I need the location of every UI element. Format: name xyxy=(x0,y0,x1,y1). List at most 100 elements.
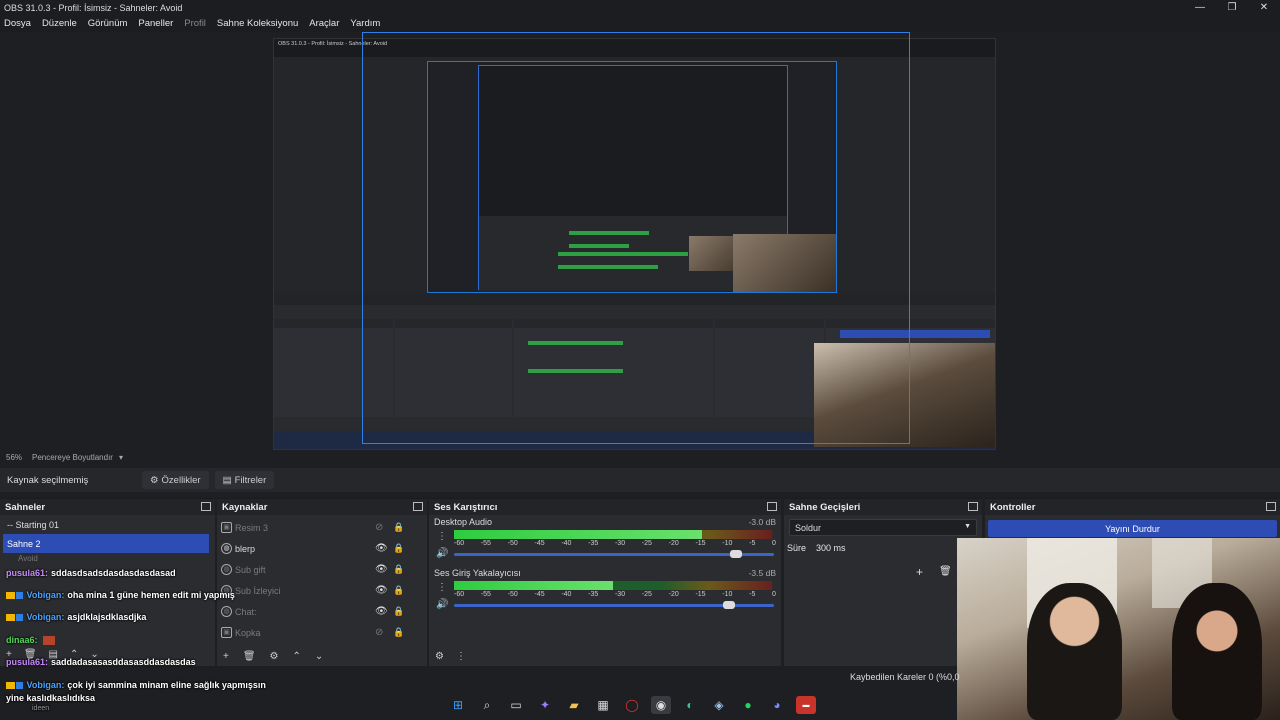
eye-icon[interactable]: 👁 xyxy=(375,564,388,575)
scene-item-starting[interactable]: -- Starting 01 xyxy=(0,515,215,534)
nested-webcam xyxy=(814,343,995,447)
chevron-down-icon[interactable]: ⌄ xyxy=(315,651,323,662)
chat-message: dinaa6: xyxy=(6,635,56,646)
track-db: -3.0 dB xyxy=(748,517,776,527)
controls-header: Kontroller xyxy=(985,499,1280,515)
chat-user: Vobigan: xyxy=(26,590,65,600)
lock-icon[interactable]: 🔒 xyxy=(393,606,404,617)
speaker-icon[interactable]: 🔊 xyxy=(436,599,448,610)
maximize-button[interactable]: ❐ xyxy=(1216,2,1248,13)
volume-slider[interactable] xyxy=(454,601,774,609)
chat-message: pusula61: saddadasasasddasasddasdasdas xyxy=(6,657,196,667)
kebab-menu-icon[interactable]: ⋮ xyxy=(437,531,447,542)
scale-tick: -15 xyxy=(695,591,706,598)
properties-button[interactable]: ⚙ Özellikler xyxy=(142,471,209,489)
nested-meter xyxy=(528,369,624,373)
menu-tools[interactable]: Araçlar xyxy=(309,18,339,29)
lock-icon[interactable]: 🔒 xyxy=(393,627,404,638)
spotify-icon[interactable]: ● xyxy=(738,696,758,714)
menu-view[interactable]: Görünüm xyxy=(88,18,128,29)
scale-tick: -35 xyxy=(588,591,599,598)
chat-message: yine kaslıdkaslıdıksa xyxy=(6,693,95,703)
slider-knob[interactable] xyxy=(723,601,736,609)
close-button[interactable]: ✕ xyxy=(1248,2,1280,13)
task-view-icon[interactable]: ▭ xyxy=(506,696,526,714)
source-label: blerp xyxy=(235,543,256,554)
edge-icon[interactable]: ◐ xyxy=(680,696,700,714)
search-icon[interactable]: ⌕ xyxy=(477,696,497,714)
discord-icon[interactable]: ◕ xyxy=(767,696,787,714)
copilot-icon[interactable]: ✦ xyxy=(535,696,555,714)
visibility-off-icon[interactable]: ⊘ xyxy=(375,522,383,533)
steam-icon[interactable]: ◈ xyxy=(709,696,729,714)
stop-stream-button[interactable]: Yayını Durdur xyxy=(988,520,1277,537)
transitions-title: Sahne Geçişleri xyxy=(789,501,861,513)
windows-icon[interactable]: ⊞ xyxy=(448,696,468,714)
menu-help[interactable]: Yardım xyxy=(350,18,380,29)
undock-icon[interactable] xyxy=(767,502,777,511)
mixer-title: Ses Karıştırıcı xyxy=(434,501,498,513)
nested-obs-titlebar: OBS 31.0.3 - Profil: İsimsiz - Sahneler:… xyxy=(274,39,995,57)
eye-icon[interactable]: 👁 xyxy=(375,606,388,617)
menu-scene-collection[interactable]: Sahne Koleksiyonu xyxy=(217,18,298,29)
opera-icon[interactable]: ◯ xyxy=(622,696,642,714)
lock-icon[interactable]: 🔒 xyxy=(393,543,404,554)
preview-canvas[interactable]: OBS 31.0.3 - Profil: İsimsiz - Sahneler:… xyxy=(273,38,996,450)
menu-profile[interactable]: Profil xyxy=(184,18,206,29)
lock-icon[interactable]: 🔒 xyxy=(393,522,404,533)
preview-zoom-bar: 56% Pencereye Boyutlandır ▾ xyxy=(0,450,1280,464)
nested-meter xyxy=(528,341,624,345)
scene-transitions-dock: Sahne Geçişleri Soldur ▼ Süre 300 ms + 🗑 xyxy=(784,498,982,666)
slider-knob[interactable] xyxy=(729,550,742,558)
visibility-off-icon[interactable]: ⊘ xyxy=(375,627,383,638)
speaker-icon[interactable]: 🔊 xyxy=(436,548,448,559)
fit-to-window-dropdown[interactable]: Pencereye Boyutlandır xyxy=(32,453,113,462)
menu-edit[interactable]: Düzenle xyxy=(42,18,77,29)
audio-mixer-dock: Ses Karıştırıcı Desktop Audio -3.0 dB ⋮ … xyxy=(429,498,781,666)
dropped-frames-status: Kaybedilen Kareler 0 (%0,0 xyxy=(850,672,960,682)
lock-icon[interactable]: 🔒 xyxy=(393,564,404,575)
source-item[interactable]: ◍ blerp 👁 🔒 xyxy=(217,538,427,559)
undock-icon[interactable] xyxy=(968,502,978,511)
add-icon[interactable]: + xyxy=(916,565,923,579)
chevron-down-icon[interactable]: ▾ xyxy=(119,453,123,462)
trash-icon[interactable]: 🗑 xyxy=(939,566,952,577)
store-icon[interactable]: ▦ xyxy=(593,696,613,714)
zoom-level[interactable]: 56% xyxy=(6,453,22,462)
folder-icon[interactable]: ▰ xyxy=(564,696,584,714)
scale-tick: -25 xyxy=(641,591,652,598)
nested-preview-level2 xyxy=(427,61,837,293)
minimize-button[interactable]: — xyxy=(1184,2,1216,13)
app-icon[interactable]: ▬ xyxy=(796,696,816,714)
controls-title: Kontroller xyxy=(990,501,1036,513)
track-db: -3.5 dB xyxy=(748,568,776,578)
obs-icon[interactable]: ◉ xyxy=(651,696,671,714)
nested-webcam xyxy=(733,234,836,292)
undock-icon[interactable] xyxy=(413,502,423,511)
scale-tick: -10 xyxy=(722,591,733,598)
chat-text: saddadasasasddasasddasdasdas xyxy=(51,657,196,667)
menu-docks[interactable]: Paneller xyxy=(138,18,173,29)
preview-area[interactable]: OBS 31.0.3 - Profil: İsimsiz - Sahneler:… xyxy=(0,32,1280,450)
track-name: Ses Giriş Yakalayıcısı xyxy=(434,568,521,578)
kebab-menu-icon[interactable]: ⋮ xyxy=(456,651,466,662)
scale-tick: -55 xyxy=(480,591,491,598)
filters-button[interactable]: ▤ Filtreler xyxy=(214,471,275,489)
transition-select[interactable]: Soldur ▼ xyxy=(789,519,977,536)
scene-item-sahne2[interactable]: Sahne 2 xyxy=(3,534,209,553)
eye-icon[interactable]: 👁 xyxy=(375,543,388,554)
scenes-title: Sahneler xyxy=(5,501,46,513)
volume-slider[interactable] xyxy=(454,550,774,558)
source-item[interactable]: ▣ Resim 3 ⊘ 🔒 xyxy=(217,517,427,538)
chat-message: pusula61: sddasdsadsdasdasdasdasad xyxy=(6,568,176,578)
kebab-menu-icon[interactable]: ⋮ xyxy=(437,582,447,593)
undock-icon[interactable] xyxy=(1266,502,1276,511)
duration-input[interactable]: 300 ms xyxy=(816,543,846,553)
gear-icon[interactable]: ⚙ xyxy=(435,651,444,662)
eye-icon[interactable]: 👁 xyxy=(375,585,388,596)
sub-badge-icon xyxy=(16,592,23,600)
undock-icon[interactable] xyxy=(201,502,211,511)
menu-file[interactable]: Dosya xyxy=(4,18,31,29)
lock-icon[interactable]: 🔒 xyxy=(393,585,404,596)
scale-tick: -40 xyxy=(561,540,572,547)
